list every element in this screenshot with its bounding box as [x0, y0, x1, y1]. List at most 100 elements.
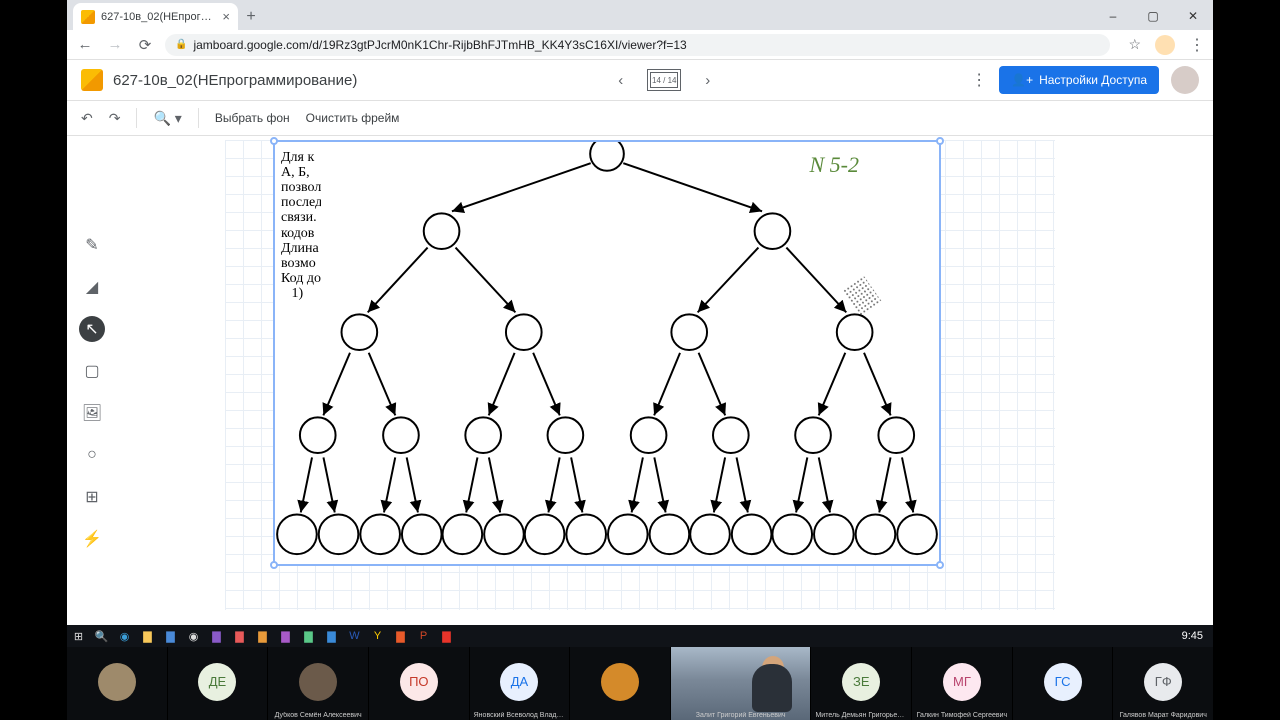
app-icon[interactable]: ▇ [255, 629, 270, 644]
participant-tile[interactable] [67, 647, 168, 720]
undo-button[interactable]: ↶ [81, 110, 93, 127]
word-icon[interactable]: W [347, 629, 362, 644]
participant-tile[interactable]: Дубков Семён Алексеевич [268, 647, 369, 720]
select-tool[interactable]: ↖ [79, 316, 105, 342]
tab-title: 627-10в_02(НЕпрограммирован [101, 11, 216, 23]
explorer-icon[interactable]: ▇ [140, 629, 155, 644]
forward-button[interactable]: → [105, 36, 125, 53]
jamboard-favicon [81, 10, 95, 24]
app-icon[interactable]: ▇ [209, 629, 224, 644]
minimize-button[interactable]: – [1093, 2, 1133, 30]
back-button[interactable]: ← [75, 36, 95, 53]
yandex-icon[interactable]: Y [370, 629, 385, 644]
app-icon[interactable]: ▇ [301, 629, 316, 644]
participant-tile[interactable]: ГС [1013, 647, 1114, 720]
prev-frame-button[interactable]: ‹ [618, 72, 623, 89]
new-tab-button[interactable]: + [238, 4, 264, 30]
participant-name: Яновский Всеволод Владимирович [474, 712, 566, 719]
canvas-area: ✎ ◢ ↖ ▢ 🖼 ○ ⊞ ⚡ Для к А, Б, позвол после… [67, 136, 1213, 625]
participant-tile[interactable]: МГ Галкин Тимофей Сергеевич [912, 647, 1013, 720]
share-icon: 👤+ [1011, 73, 1033, 87]
choose-background-button[interactable]: Выбрать фон [215, 111, 290, 125]
participant-initials: ДА [500, 663, 538, 701]
clear-frame-button[interactable]: Очистить фрейм [306, 111, 400, 125]
app-icon[interactable]: ▇ [163, 629, 178, 644]
browser-window: 627-10в_02(НЕпрограммирован × + – ▢ ✕ ← … [67, 0, 1213, 625]
share-label: Настройки Доступа [1039, 73, 1147, 87]
acrobat-icon[interactable]: ▇ [439, 629, 454, 644]
participant-initials: ГФ [1144, 663, 1182, 701]
profile-avatar[interactable] [1171, 66, 1199, 94]
participant-name: Митель Демьян Григорьевич [815, 712, 907, 719]
sticky-note-tool[interactable]: ▢ [79, 358, 105, 384]
browser-menu-icon[interactable]: ⋮ [1189, 35, 1205, 55]
eraser-tool[interactable]: ◢ [79, 274, 105, 300]
document-title[interactable]: 627-10в_02(НЕпрограммирование) [113, 72, 357, 89]
participant-name: Дубков Семён Алексеевич [272, 712, 364, 719]
taskbar-clock[interactable]: 9:45 [1182, 630, 1209, 642]
participant-tile[interactable]: ГФ Галявов Марат Фаридович [1113, 647, 1213, 720]
tool-palette: ✎ ◢ ↖ ▢ 🖼 ○ ⊞ ⚡ [79, 232, 105, 552]
participant-tile[interactable]: ПО [369, 647, 470, 720]
participant-name: Галкин Тимофей Сергеевич [916, 712, 1008, 719]
participant-tile[interactable]: ЗЕ Митель Демьян Григорьевич [811, 647, 912, 720]
profile-avatar-small[interactable] [1155, 35, 1175, 55]
participant-tile[interactable] [570, 647, 671, 720]
participant-tile[interactable]: Залит Григорий Евгеньевич [671, 647, 812, 720]
powerpoint-icon[interactable]: P [416, 629, 431, 644]
separator [198, 108, 199, 128]
participant-avatar [601, 663, 639, 701]
maximize-button[interactable]: ▢ [1133, 2, 1173, 30]
url-text: jamboard.google.com/d/19Rz3gtPJcrM0nK1Ch… [193, 38, 686, 52]
url-field[interactable]: 🔒 jamboard.google.com/d/19Rz3gtPJcrM0nK1… [165, 34, 1110, 56]
app-icon[interactable]: ▇ [324, 629, 339, 644]
textbox-tool[interactable]: ⊞ [79, 484, 105, 510]
windows-taskbar: ⊞ 🔍 ◉ ▇ ▇ ◉ ▇ ▇ ▇ ▇ ▇ ▇ W Y ▇ P ▇ 9:45 [67, 625, 1213, 647]
frame-indicator[interactable]: 14 / 14 [647, 69, 681, 91]
participant-avatar [98, 663, 136, 701]
participant-name: Залит Григорий Евгеньевич [675, 712, 807, 719]
jamboard-logo[interactable] [81, 69, 103, 91]
window-controls: – ▢ ✕ [1093, 2, 1213, 30]
webcam-feed [671, 647, 811, 720]
frame-count: 14 / 14 [652, 76, 676, 85]
conference-strip: ДЕДубков Семён Алексеевич ПО ДА Яновский Вс… [67, 647, 1213, 720]
participant-name: Галявов Марат Фаридович [1117, 712, 1209, 719]
pen-tool[interactable]: ✎ [79, 232, 105, 258]
toolbar: ↶ ↷ 🔍 ▾ Выбрать фон Очистить фрейм [67, 100, 1213, 136]
participant-initials: ЗЕ [842, 663, 880, 701]
participant-initials: МГ [943, 663, 981, 701]
app-icon[interactable]: ▇ [232, 629, 247, 644]
tab-close-icon[interactable]: × [222, 9, 230, 24]
image-tool[interactable]: 🖼 [79, 400, 105, 426]
redo-button[interactable]: ↷ [109, 110, 121, 127]
participant-tile[interactable]: ДА Яновский Всеволод Владимирович [470, 647, 571, 720]
laser-tool[interactable]: ⚡ [79, 526, 105, 552]
app-header: 627-10в_02(НЕпрограммирование) ‹ 14 / 14… [67, 60, 1213, 100]
shape-tool[interactable]: ○ [79, 442, 105, 468]
reload-button[interactable]: ⟳ [135, 36, 155, 54]
participant-tile[interactable]: ДЕ [168, 647, 269, 720]
close-window-button[interactable]: ✕ [1173, 2, 1213, 30]
edge-icon[interactable]: ◉ [117, 629, 132, 644]
zoom-button[interactable]: 🔍 ▾ [153, 110, 181, 127]
address-bar: ← → ⟳ 🔒 jamboard.google.com/d/19Rz3gtPJc… [67, 30, 1213, 60]
chrome-icon[interactable]: ◉ [186, 629, 201, 644]
bookmark-icon[interactable]: ☆ [1128, 36, 1141, 53]
tab-strip: 627-10в_02(НЕпрограммирован × + – ▢ ✕ [67, 0, 1213, 30]
binary-tree-diagram [275, 142, 939, 564]
start-button[interactable]: ⊞ [71, 629, 86, 644]
lock-icon: 🔒 [175, 39, 187, 50]
participant-initials: ГС [1044, 663, 1082, 701]
app-more-icon[interactable]: ⋮ [971, 70, 987, 90]
app-icon[interactable]: ▇ [278, 629, 293, 644]
share-button[interactable]: 👤+ Настройки Доступа [999, 66, 1159, 94]
search-icon[interactable]: 🔍 [94, 629, 109, 644]
board[interactable]: Для к А, Б, позвол послед связи. кодов Д… [225, 140, 1055, 610]
selected-image[interactable]: Для к А, Б, позвол послед связи. кодов Д… [273, 140, 941, 566]
app-icon[interactable]: ▇ [393, 629, 408, 644]
separator [136, 108, 137, 128]
next-frame-button[interactable]: › [705, 72, 710, 89]
browser-tab[interactable]: 627-10в_02(НЕпрограммирован × [73, 3, 238, 30]
participant-initials: ПО [400, 663, 438, 701]
